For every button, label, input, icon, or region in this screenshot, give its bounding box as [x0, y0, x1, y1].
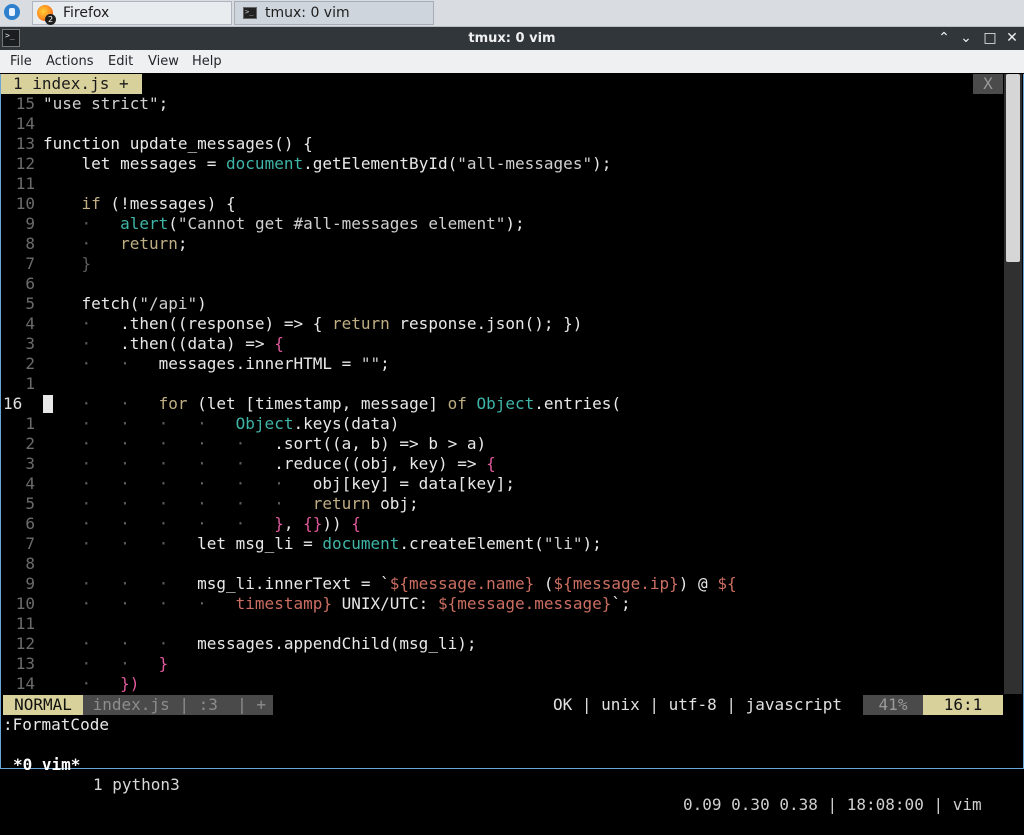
code-line[interactable]: · · · · · }, {})) { — [43, 514, 361, 534]
task-tmux[interactable]: >_ tmux: 0 vim — [234, 1, 434, 25]
task-firefox-label: Firefox — [63, 5, 110, 21]
menu-view[interactable]: View — [148, 50, 179, 73]
menu-actions[interactable]: Actions — [46, 50, 94, 73]
vim-tab-close-button[interactable]: X — [973, 74, 1003, 94]
code-line[interactable]: · .then((response) => { return response.… — [43, 314, 583, 334]
vim-mode: NORMAL — [3, 695, 83, 715]
line-number: 5 — [25, 294, 35, 313]
menu-edit[interactable]: Edit — [108, 50, 133, 73]
terminal-area[interactable]: 1 index.js + X 15 "use strict"; 14 13 functi… — [0, 74, 1024, 814]
code-line[interactable]: · return; — [43, 234, 188, 254]
line-number: 8 — [25, 554, 35, 573]
line-number: 3 — [25, 334, 35, 353]
app-launcher-icon[interactable] — [4, 4, 20, 20]
code-line[interactable]: · alert("Cannot get #all-messages elemen… — [43, 214, 525, 234]
code-line[interactable]: let messages = document.getElementById("… — [43, 154, 612, 174]
line-number: 6 — [25, 514, 35, 533]
tmux-status-right: 0.09 0.30 0.38 | 18:08:00 | vim — [683, 795, 982, 814]
line-number: 15 — [15, 94, 35, 113]
line-number: 16 — [3, 394, 23, 413]
window-titlebar: >_ tmux: 0 vim ⌃ ⌄ □ ✕ — [0, 27, 1024, 50]
code-line[interactable]: function update_messages() { — [43, 134, 313, 154]
task-tmux-label: tmux: 0 vim — [265, 5, 350, 21]
code-line[interactable]: · · · · · .reduce((obj, key) => { — [43, 454, 496, 474]
vim-scroll-percent: 41% — [863, 695, 923, 715]
code-line[interactable]: · .then((data) => { — [43, 334, 284, 354]
vim-tabline: 1 index.js + X — [1, 74, 1023, 94]
window-title: tmux: 0 vim — [468, 31, 556, 46]
terminal-icon: >_ — [243, 7, 257, 19]
line-number: 13 — [15, 134, 35, 153]
line-number: 2 — [25, 434, 35, 453]
vim-file-format: OK | unix | utf-8 | javascript — [553, 695, 842, 714]
line-number: 9 — [25, 574, 35, 593]
task-firefox[interactable]: 2 Firefox — [32, 1, 232, 25]
line-number: 12 — [15, 154, 35, 173]
vim-statusline: NORMAL index.js | :3 | + OK | unix | utf… — [1, 695, 1003, 715]
minimize-icon[interactable]: ⌄ — [956, 27, 976, 50]
code-line[interactable]: · · for (let [timestamp, message] of Obj… — [43, 394, 621, 414]
code-line[interactable]: · · · · · · obj[key] = data[key]; — [43, 474, 515, 494]
code-line[interactable]: · · · let msg_li = document.createElemen… — [43, 534, 602, 554]
taskbar: 2 Firefox >_ tmux: 0 vim — [0, 0, 1024, 27]
keep-above-icon[interactable]: ⌃ — [934, 27, 954, 50]
scrollbar-thumb[interactable] — [1006, 74, 1020, 262]
window-count-badge: 2 — [45, 14, 56, 25]
code-line[interactable]: · · · · · .sort((a, b) => b > a) — [43, 434, 487, 454]
menu-help[interactable]: Help — [192, 50, 222, 73]
close-icon[interactable]: ✕ — [1002, 27, 1022, 50]
line-number: 3 — [25, 454, 35, 473]
code-line[interactable]: } — [43, 254, 92, 274]
tmux-window-python3[interactable]: 1 python3 — [93, 775, 180, 795]
line-number: 7 — [25, 534, 35, 553]
scrollbar[interactable] — [1004, 74, 1022, 694]
line-number: 5 — [25, 494, 35, 513]
line-number: 9 — [25, 214, 35, 233]
vim-cursor-position: 16:1 — [923, 695, 1003, 715]
vim-tab-index-js[interactable]: 1 index.js + — [1, 74, 142, 94]
line-number: 4 — [25, 314, 35, 333]
line-number: 11 — [15, 614, 35, 633]
line-number: 8 — [25, 234, 35, 253]
code-line[interactable]: · · · · Object.keys(data) — [43, 414, 400, 434]
vim-file-info: index.js | :3 | + — [83, 695, 273, 715]
line-number: 6 — [25, 274, 35, 293]
code-line[interactable]: · · · · timestamp} UNIX/UTC: ${message.m… — [43, 594, 631, 614]
code-line[interactable]: fetch("/api") — [43, 294, 207, 314]
code-line[interactable]: · · · · · · return obj; — [43, 494, 419, 514]
code-line[interactable]: · · · messages.appendChild(msg_li); — [43, 634, 477, 654]
code-line[interactable]: · · } — [43, 654, 169, 674]
line-number: 14 — [15, 674, 35, 693]
line-number: 14 — [15, 114, 35, 133]
line-number: 10 — [15, 594, 35, 613]
menubar: File Actions Edit View Help — [0, 50, 1024, 73]
tmux-window-active[interactable]: *0 vim* — [13, 755, 80, 775]
tmux-status-bar: *0 vim* 1 python3 0.09 0.30 0.38 | 18:08… — [1, 735, 1023, 814]
menu-file[interactable]: File — [10, 50, 32, 73]
line-number: 10 — [15, 194, 35, 213]
maximize-icon[interactable]: □ — [980, 27, 1000, 50]
vim-command-line[interactable]: :FormatCode — [3, 715, 109, 735]
line-number: 11 — [15, 174, 35, 193]
line-number: 7 — [25, 254, 35, 273]
code-line[interactable]: · · messages.innerHTML = ""; — [43, 354, 390, 374]
code-line[interactable]: "use strict"; — [43, 94, 168, 114]
line-number: 12 — [15, 634, 35, 653]
code-line[interactable]: · }) — [43, 674, 140, 694]
line-number: 1 — [25, 374, 35, 393]
code-line[interactable]: if (!messages) { — [43, 194, 236, 214]
line-number: 1 — [25, 414, 35, 433]
line-number: 4 — [25, 474, 35, 493]
code-line[interactable]: · · · msg_li.innerText = `${message.name… — [43, 574, 737, 594]
line-number: 13 — [15, 654, 35, 673]
line-number: 2 — [25, 354, 35, 373]
